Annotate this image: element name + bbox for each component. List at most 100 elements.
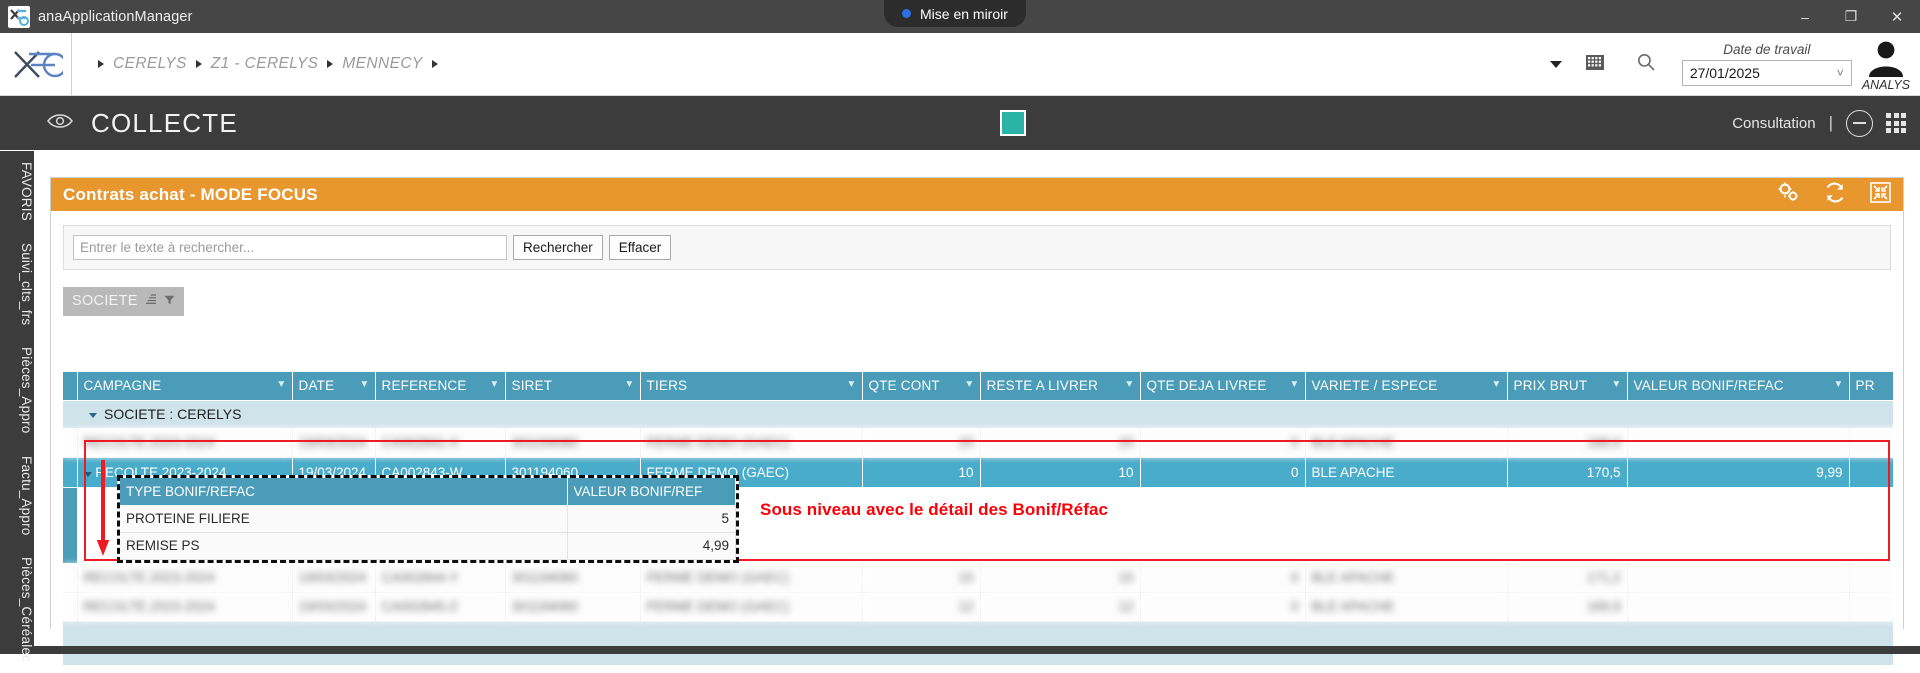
row-handle	[63, 428, 77, 457]
cell-siret: 301194060	[505, 428, 640, 457]
filter-icon[interactable]: ▼	[1491, 379, 1501, 390]
filter-icon[interactable]: ▼	[846, 379, 856, 390]
column-header-campagne[interactable]: CAMPAGNE▼	[77, 372, 292, 400]
group-header-label-cell[interactable]: SOCIETE : CERELYS	[77, 400, 1893, 428]
filter-icon[interactable]: ▼	[1124, 379, 1134, 390]
user-profile[interactable]: ANALYS	[1862, 37, 1910, 92]
column-label: QTE DEJA LIVREE	[1147, 378, 1267, 393]
filter-icon[interactable]: ▼	[964, 379, 974, 390]
annotation-text: Sous niveau avec le détail des Bonif/Réf…	[760, 500, 1108, 520]
column-label: VARIETE / ESPECE	[1312, 378, 1438, 393]
breadcrumb-item-0[interactable]: CERELYS	[113, 55, 187, 73]
clear-button[interactable]: Effacer	[609, 235, 672, 260]
column-header-valeur-bonif-refac[interactable]: VALEUR BONIF/REFAC▼	[1627, 372, 1849, 400]
search-toolbar: Rechercher Effacer	[63, 225, 1891, 270]
group-header-row[interactable]: SOCIETE : CERELYS	[63, 400, 1893, 428]
filter-icon[interactable]: ▼	[489, 379, 499, 390]
column-header-qte-cont[interactable]: QTE CONT▼	[862, 372, 980, 400]
breadcrumb-arrow-icon	[98, 60, 104, 68]
group-header-label: SOCIETE : CERELYS	[104, 406, 241, 422]
column-label: PR	[1856, 378, 1875, 393]
group-by-bar: SOCIETE	[63, 282, 1891, 320]
cell-valeur-bonif-refac: 9,99	[1627, 457, 1849, 487]
settings-gears-icon[interactable]	[1778, 182, 1800, 207]
cell-reste-a-livrer: 15	[980, 563, 1140, 592]
building-icon[interactable]	[1584, 52, 1606, 77]
apps-grid-icon[interactable]	[1886, 113, 1906, 133]
column-header-reference[interactable]: REFERENCE▼	[375, 372, 505, 400]
collapse-icon[interactable]	[1846, 110, 1873, 137]
search-button[interactable]: Rechercher	[513, 235, 603, 260]
minimize-button[interactable]: –	[1782, 0, 1828, 33]
row-handle	[63, 457, 77, 487]
filter-icon[interactable]: ▼	[359, 379, 369, 390]
application-header: CERELYS Z1 - CERELYS MENNECY	[0, 33, 1920, 96]
sub-cell-type: PROTEINE FILIERE	[120, 505, 567, 532]
sub-column-header-type[interactable]: TYPE BONIF/REFAC	[120, 478, 567, 505]
row-selector-header	[63, 372, 77, 400]
maximize-button[interactable]: ❐	[1828, 0, 1874, 33]
eye-icon[interactable]	[47, 112, 73, 135]
cell-prix-brut: 170,5	[1507, 457, 1627, 487]
restore-focus-icon[interactable]	[1870, 182, 1891, 208]
filter-icon[interactable]: ▼	[1611, 379, 1621, 390]
column-header-siret[interactable]: SIRET▼	[505, 372, 640, 400]
mirror-mode-badge: Mise en miroir	[884, 0, 1026, 27]
chevron-down-icon[interactable]	[84, 472, 92, 477]
chevron-down-icon[interactable]: ˅	[1837, 66, 1844, 80]
sidebar-item-pieces-appro[interactable]: Pièces_Appro	[0, 336, 34, 444]
status-indicator-square[interactable]	[1000, 110, 1026, 136]
sub-table-row[interactable]: REMISE PS 4,99	[120, 532, 736, 559]
column-header-date[interactable]: DATE▼	[292, 372, 375, 400]
bonif-refac-detail-panel[interactable]: TYPE BONIF/REFAC VALEUR BONIF/REF PROTEI…	[117, 475, 739, 563]
filter-icon[interactable]: ▼	[1289, 379, 1299, 390]
cell-prix-brut: 168,0	[1507, 428, 1627, 457]
cell-reference: CA002845-Z	[375, 592, 505, 621]
cell-qte-cont: 10	[862, 457, 980, 487]
cell-valeur-bonif-refac	[1627, 592, 1849, 621]
cell-qte-deja-livree: 0	[1140, 428, 1305, 457]
group-chip-societe[interactable]: SOCIETE	[63, 287, 184, 316]
work-date-label: Date de travail	[1723, 42, 1810, 57]
app-logo-icon	[8, 6, 30, 28]
breadcrumb-item-2[interactable]: MENNECY	[342, 55, 422, 73]
column-header-variete-espece[interactable]: VARIETE / ESPECE ▼	[1305, 372, 1507, 400]
filter-icon[interactable]: ▼	[1833, 379, 1843, 390]
sidebar-item-factu-appro[interactable]: Factu_Appro	[0, 445, 34, 547]
table-row[interactable]: RECOLTE.2023-2024 19/03/2024 CA002841-X …	[63, 428, 1893, 457]
sort-icon[interactable]	[145, 294, 157, 308]
search-input[interactable]	[73, 235, 507, 260]
column-header-pr[interactable]: PR	[1849, 372, 1893, 400]
table-row[interactable]: RECOLTE.2023-2024 19/03/2024 CA002844-Y …	[63, 563, 1893, 592]
sidebar-item-suivi-clts-frs[interactable]: Suivi_clts_frs	[0, 232, 34, 336]
bonif-refac-table: TYPE BONIF/REFAC VALEUR BONIF/REF PROTEI…	[120, 478, 736, 560]
chevron-down-icon[interactable]	[1550, 61, 1562, 68]
filter-icon[interactable]: ▼	[624, 379, 634, 390]
column-header-reste-a-livrer[interactable]: RESTE A LIVRER▼	[980, 372, 1140, 400]
search-icon[interactable]	[1636, 52, 1656, 77]
work-date-input[interactable]: 27/01/2025 ˅	[1682, 60, 1852, 86]
sub-table-header-row: TYPE BONIF/REFAC VALEUR BONIF/REF	[120, 478, 736, 505]
sub-table-row[interactable]: PROTEINE FILIERE 5	[120, 505, 736, 532]
column-header-qte-deja-livree[interactable]: QTE DEJA LIVREE ▼	[1140, 372, 1305, 400]
sidebar-item-favoris[interactable]: FAVORIS	[0, 151, 34, 232]
filter-icon[interactable]: ▼	[276, 379, 286, 390]
cell-prix-brut: 169,9	[1507, 592, 1627, 621]
cell-date: 19/03/2024	[292, 428, 375, 457]
breadcrumb-item-1[interactable]: Z1 - CERELYS	[211, 55, 319, 73]
refresh-icon[interactable]	[1824, 182, 1846, 208]
filter-icon[interactable]	[164, 295, 175, 308]
sub-column-header-valeur[interactable]: VALEUR BONIF/REF	[567, 478, 736, 505]
close-button[interactable]: ✕	[1874, 0, 1920, 33]
cell-siret: 301194060	[505, 563, 640, 592]
breadcrumb-arrow-icon	[327, 60, 333, 68]
grid-footer-cell	[63, 621, 1893, 665]
cell-variete-espece: BLE APACHE	[1305, 563, 1507, 592]
column-header-prix-brut[interactable]: PRIX BRUT ▼	[1507, 372, 1627, 400]
column-header-tiers[interactable]: TIERS ▼	[640, 372, 862, 400]
cell-reste-a-livrer: 20	[980, 428, 1140, 457]
table-row[interactable]: RECOLTE.2023-2024 19/03/2024 CA002845-Z …	[63, 592, 1893, 621]
chevron-down-icon[interactable]	[89, 413, 97, 418]
column-label: TIERS	[647, 378, 688, 393]
column-label: PRIX BRUT	[1514, 378, 1588, 393]
